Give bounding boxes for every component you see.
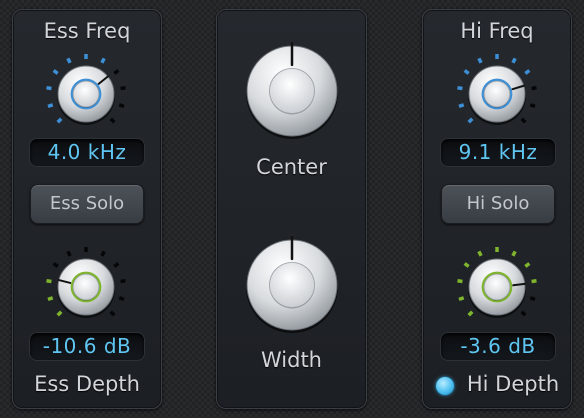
- knob-ring-tick: [100, 250, 106, 257]
- knob-ring-tick: [120, 86, 126, 91]
- knob-ring-tick: [113, 69, 120, 75]
- ess-solo-button[interactable]: Ess Solo: [30, 184, 144, 224]
- knob-ring-tick: [511, 250, 517, 257]
- hi-depth-label: Hi Depth: [466, 372, 560, 396]
- knob-ring-tick: [463, 262, 470, 268]
- knob-cap: [72, 80, 100, 108]
- knob-ring-tick: [531, 279, 537, 284]
- knob-ring-tick: [524, 69, 531, 75]
- knob-ring-tick: [477, 250, 483, 257]
- ess-depth-label: Ess Depth: [34, 372, 140, 396]
- knob-cap: [269, 68, 315, 114]
- knob-ring-tick: [47, 103, 54, 109]
- knob-ring-tick: [109, 117, 116, 124]
- knob-ring-tick: [520, 310, 527, 317]
- knob-ring-tick: [52, 262, 59, 268]
- knob-ring-tick: [529, 296, 536, 302]
- knob-ring-tick: [66, 57, 72, 64]
- center-label: Center: [256, 155, 327, 179]
- knob-ring-tick: [520, 117, 527, 124]
- knob-ring-tick: [524, 262, 531, 268]
- knob-ring-tick: [56, 117, 63, 124]
- knob-ring-tick: [118, 103, 125, 109]
- knob-ring-tick: [458, 296, 465, 302]
- knob-ring-tick: [467, 117, 474, 124]
- knob-ring-tick: [477, 57, 483, 64]
- knob-ring-tick: [511, 57, 517, 64]
- knob-ring-tick: [118, 296, 125, 302]
- knob-ring-tick: [531, 86, 537, 91]
- knob-cap: [72, 273, 100, 301]
- hi-depth-enable-led[interactable]: [436, 377, 454, 395]
- knob-ring-tick: [52, 69, 59, 75]
- knob-ring-tick: [100, 57, 106, 64]
- knob-ring-tick: [120, 279, 126, 284]
- knob-cap: [483, 80, 511, 108]
- knob-ring-tick: [467, 310, 474, 317]
- knob-cap: [269, 262, 315, 308]
- knob-ring-tick: [47, 296, 54, 302]
- ess-freq-label: Ess Freq: [43, 19, 131, 43]
- hi-solo-button[interactable]: Hi Solo: [441, 184, 555, 224]
- knob-ring-tick: [458, 103, 465, 109]
- ess-depth-readout[interactable]: -10.6 dB: [29, 332, 145, 361]
- hi-depth-readout[interactable]: -3.6 dB: [440, 332, 556, 361]
- knob-ring-tick: [457, 279, 463, 284]
- ess-freq-readout[interactable]: 4.0 kHz: [29, 138, 145, 167]
- knob-ring-tick: [46, 86, 52, 91]
- hi-freq-label: Hi Freq: [460, 19, 534, 43]
- hi-freq-readout[interactable]: 9.1 kHz: [440, 138, 556, 167]
- knob-ring-tick: [66, 250, 72, 257]
- knob-ring-tick: [56, 310, 63, 317]
- knob-ring-tick: [46, 279, 52, 284]
- knob-pointer: [512, 282, 526, 287]
- width-label: Width: [260, 348, 322, 372]
- knob-ring-tick: [529, 103, 536, 109]
- knob-ring-tick: [113, 262, 120, 268]
- knob-ring-tick: [463, 69, 470, 75]
- knob-ring-tick: [457, 86, 463, 91]
- knob-cap: [483, 273, 511, 301]
- knob-ring-tick: [109, 310, 116, 317]
